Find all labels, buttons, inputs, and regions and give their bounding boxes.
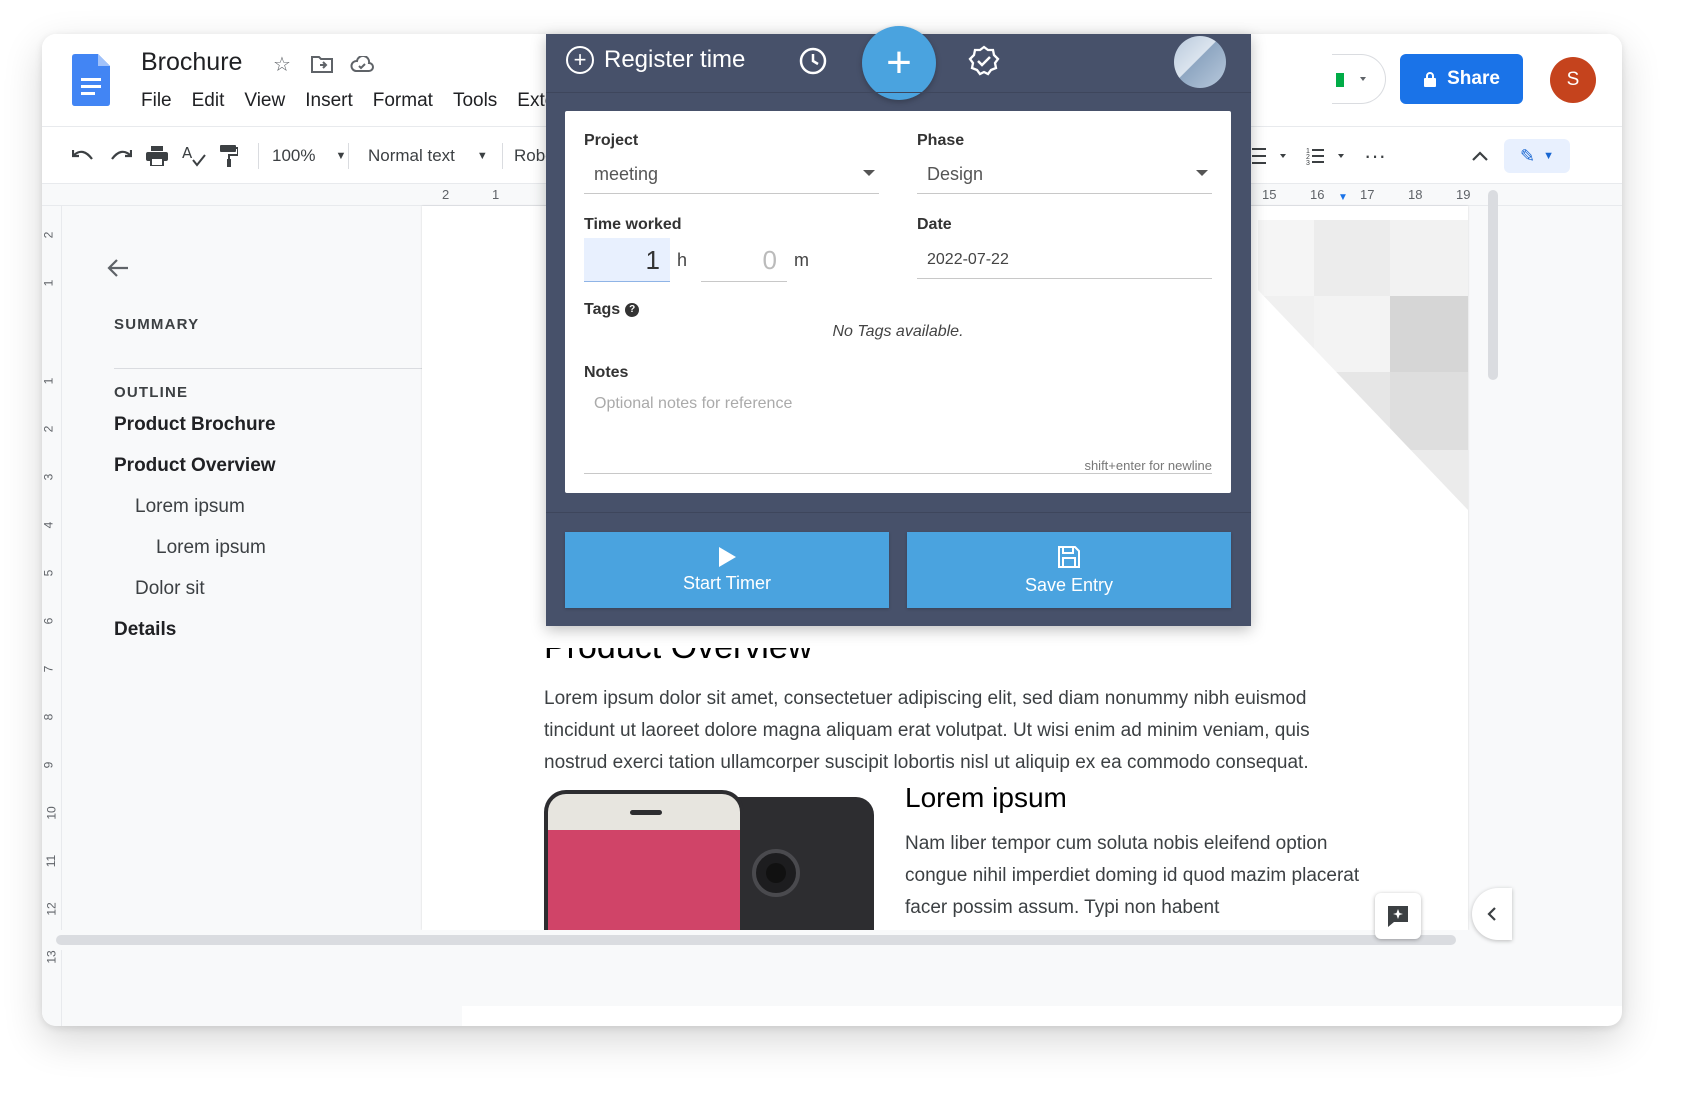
menu-edit[interactable]: Edit [192,90,225,112]
subsection-paragraph: Nam liber tempor cum soluta nobis eleife… [905,833,1360,918]
chevron-down-icon: ▼ [476,150,488,162]
start-timer-label: Start Timer [682,572,771,593]
bulleted-list-icon[interactable] [1252,127,1292,185]
vertical-scrollbar[interactable] [1488,190,1498,380]
time-worked-label: Time worked [584,216,682,233]
subsection-heading: Lorem ipsum [905,782,1067,813]
spellcheck-icon[interactable]: A [182,127,206,185]
numbered-list-icon[interactable]: 123 [1306,127,1350,185]
user-avatar[interactable]: S [1550,57,1596,103]
no-tags-message: No Tags available. [832,323,964,340]
summary-heading: SUMMARY [114,316,200,333]
date-input[interactable]: 2022-07-22 [917,241,1212,279]
share-label: Share [1447,68,1500,89]
horizontal-scrollbar[interactable] [56,935,1456,945]
svg-text:A: A [182,145,193,162]
time-entry-form: Project meeting Phase Design Time worked… [565,111,1231,493]
outline-item[interactable]: Lorem ipsum [135,496,245,518]
phase-value: Design [927,164,984,184]
date-value: 2022-07-22 [927,250,1009,268]
tracker-user-avatar[interactable] [1174,36,1226,88]
hours-unit: h [677,250,688,270]
backdrop: Brochure ☆ File Edit View Insert Format … [0,0,1692,1104]
phone-front-illustration [544,790,744,940]
star-icon[interactable]: ☆ [270,52,294,76]
circle-plus-icon: + [566,46,594,74]
docs-logo-icon[interactable] [72,54,110,106]
notes-textarea[interactable]: Optional notes for reference [594,395,792,413]
undo-icon[interactable] [72,127,94,185]
editing-mode-button[interactable]: ✎ ▼ [1504,139,1570,173]
indent-marker-icon[interactable]: ▼ [1338,192,1348,203]
outline-item[interactable]: Lorem ipsum [156,537,266,559]
document-title[interactable]: Brochure [141,48,242,77]
style-select[interactable]: Normal text ▼ [368,127,488,185]
add-comment-icon[interactable] [1375,893,1421,939]
zoom-select[interactable]: 100% ▼ [272,127,346,185]
zoom-value: 100% [272,146,316,165]
menu-bar: File Edit View Insert Format Tools Exten… [141,90,595,112]
approved-badge-icon[interactable] [968,45,1000,77]
project-label: Project [584,132,639,149]
redo-icon[interactable] [110,127,132,185]
meet-button[interactable] [1332,54,1386,104]
menu-file[interactable]: File [141,90,172,112]
save-entry-button[interactable]: Save Entry [907,532,1231,608]
outline-item[interactable]: Product Brochure [114,414,276,436]
chevron-left-icon [1487,907,1496,921]
title-actions: ☆ [270,52,374,76]
notes-label: Notes [584,364,629,381]
menu-view[interactable]: View [244,90,285,112]
share-button[interactable]: Share [1400,54,1523,104]
collapse-menus-icon[interactable] [1472,127,1488,185]
register-time-tab[interactable]: + Register time [566,46,745,74]
menu-format[interactable]: Format [373,90,433,112]
document-outline-panel: SUMMARY + OUTLINE Product Brochure Produ… [62,206,462,1026]
register-time-label: Register time [604,46,746,73]
outline-item[interactable]: Dolor sit [135,578,205,600]
time-tracker-popup: + Register time + Project meeting Phase … [546,26,1251,626]
tracker-header: + Register time + [546,26,1251,100]
more-options-icon[interactable]: ··· [1364,127,1386,185]
lock-icon [1424,71,1437,87]
project-select[interactable]: meeting [584,156,879,194]
pencil-icon: ✎ [1520,145,1536,166]
outline-item[interactable]: Product Overview [114,455,276,477]
date-label: Date [917,216,952,233]
chevron-down-icon: ▼ [1543,150,1554,162]
chevron-down-icon [1196,170,1208,176]
style-value: Normal text [368,146,455,165]
play-icon [718,546,736,567]
paint-format-icon[interactable] [220,127,238,185]
menu-tools[interactable]: Tools [453,90,497,112]
back-arrow-icon[interactable] [106,254,130,285]
minutes-input[interactable]: 0 [701,238,787,282]
move-folder-icon[interactable] [310,52,334,76]
hours-input[interactable]: 1 [584,238,670,282]
add-entry-button[interactable]: + [862,26,936,100]
phase-select[interactable]: Design [917,156,1212,194]
save-entry-label: Save Entry [1024,574,1114,595]
project-value: meeting [594,164,659,184]
start-timer-button[interactable]: Start Timer [565,532,889,608]
section-paragraph: Lorem ipsum dolor sit amet, consectetuer… [544,688,1310,773]
outline-item[interactable]: Details [114,619,176,641]
floppy-disk-icon [1058,545,1080,568]
notes-hint: shift+enter for newline [1084,458,1212,473]
print-icon[interactable] [146,127,168,185]
decorative-pattern [1258,220,1468,640]
vertical-ruler[interactable]: 2 1 1 2 3 4 5 6 7 8 9 10 11 12 13 [42,206,62,1026]
cloud-saved-icon[interactable] [350,52,374,76]
svg-text:3: 3 [1306,160,1310,166]
clock-icon[interactable] [798,46,828,76]
chevron-down-icon: ▼ [335,150,347,162]
menu-insert[interactable]: Insert [305,90,353,112]
tags-label: Tags? [584,301,640,319]
phase-label: Phase [917,132,965,149]
chevron-down-icon [863,170,875,176]
help-icon[interactable]: ? [625,302,640,317]
minutes-unit: m [794,250,809,270]
outline-heading: OUTLINE [114,384,189,401]
